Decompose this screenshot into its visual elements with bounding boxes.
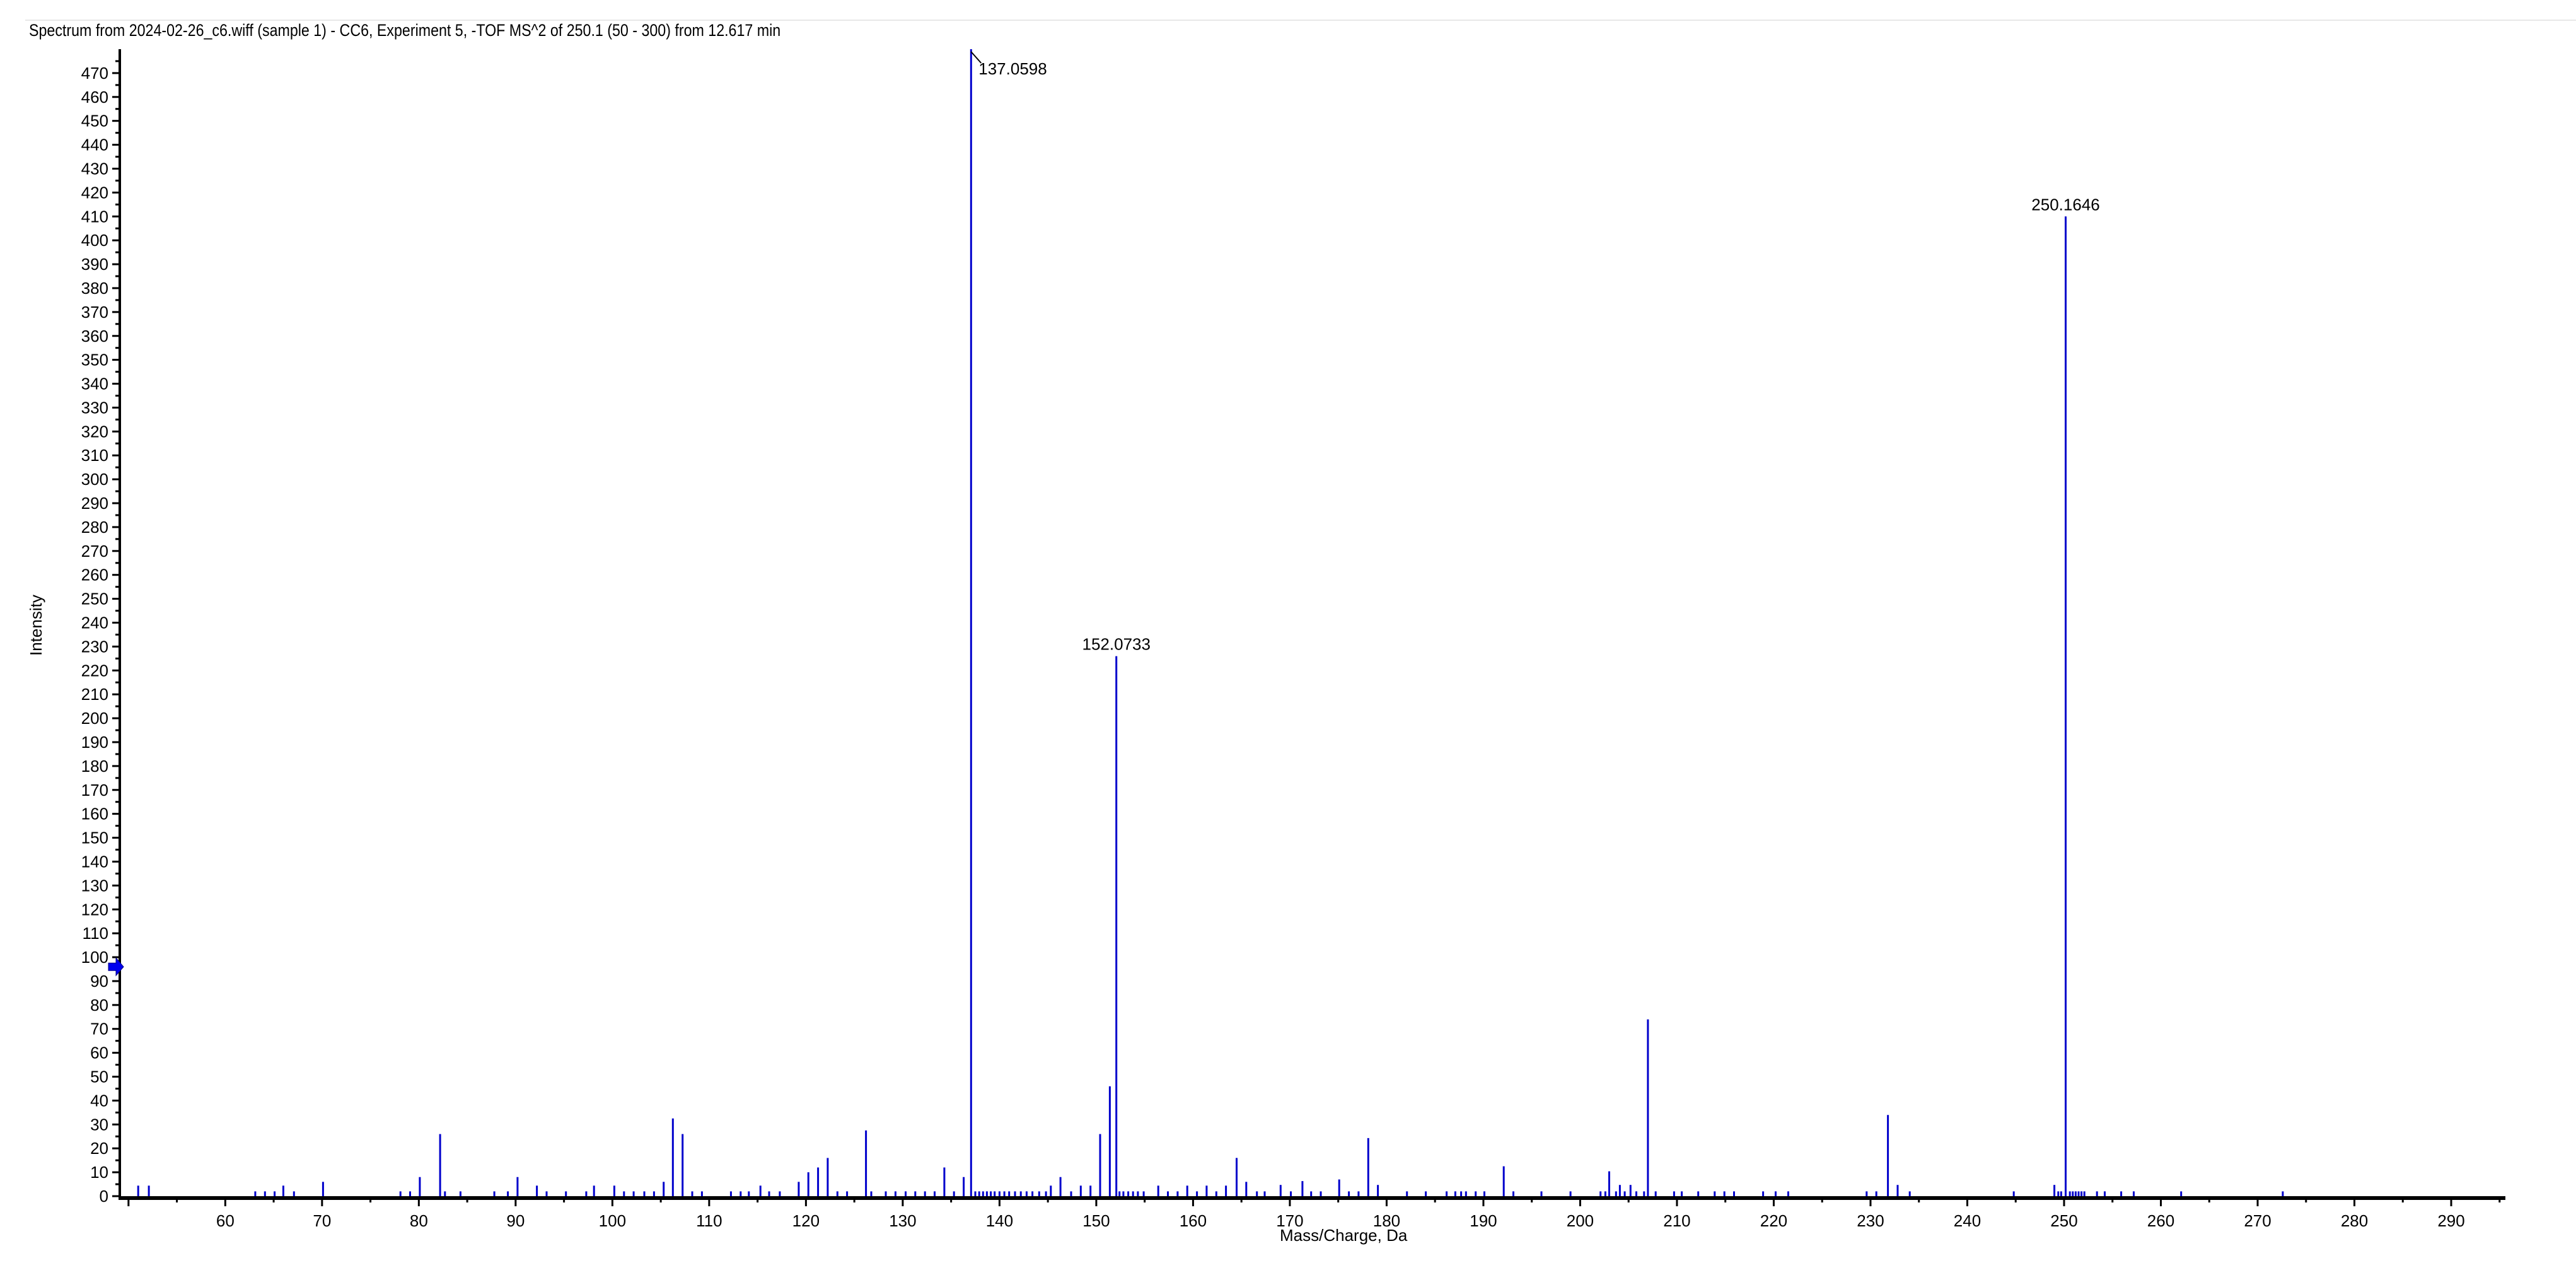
x-tick-label: 160 (1180, 1211, 1207, 1230)
y-tick-label: 350 (81, 351, 108, 370)
x-tick-label: 90 (506, 1211, 525, 1230)
x-tick-label: 100 (599, 1211, 626, 1230)
y-tick-label: 20 (90, 1139, 108, 1158)
y-tick-label: 430 (81, 159, 108, 178)
y-tick-label: 80 (90, 996, 108, 1015)
y-tick-label: 170 (81, 781, 108, 800)
x-tick-label: 140 (986, 1211, 1013, 1230)
x-axis-title: Mass/Charge, Da (1280, 1226, 1408, 1245)
y-tick-label: 130 (81, 876, 108, 895)
y-tick-label: 420 (81, 183, 108, 202)
y-tick-label: 90 (90, 972, 108, 991)
x-tick-label: 250 (2050, 1211, 2077, 1230)
y-tick-label: 110 (83, 924, 108, 943)
y-tick-label: 340 (81, 375, 108, 393)
y-tick-label: 460 (81, 88, 108, 107)
y-tick-label: 370 (81, 303, 108, 322)
y-tick-label: 380 (81, 279, 108, 298)
y-tick-label: 240 (81, 614, 108, 632)
y-tick-label: 10 (90, 1163, 108, 1182)
y-tick-label: 210 (81, 685, 108, 704)
peak-label: 250.1646 (2031, 195, 2099, 214)
y-axis-title: Intensity (26, 595, 45, 656)
axes-layer: 0 10 20 30 40 50 60 70 80 90 100 110 120 130 140 150 160… (81, 49, 2505, 1230)
y-tick-label: 150 (81, 829, 108, 847)
y-tick-label: 60 (90, 1044, 108, 1062)
y-tick-label: 40 (90, 1091, 108, 1110)
y-tick-label: 250 (81, 590, 108, 608)
y-tick-label: 470 (81, 64, 108, 83)
x-tick-label: 290 (2437, 1211, 2464, 1230)
y-tick-label: 290 (81, 494, 108, 513)
x-tick-label: 60 (216, 1211, 235, 1230)
x-tick-label: 110 (696, 1211, 722, 1230)
spectrum-chart[interactable]: 0 10 20 30 40 50 60 70 80 90 100 110 120 130 140 150 160… (0, 0, 2576, 1263)
x-tick-label: 130 (889, 1211, 916, 1230)
x-tick-label: 210 (1663, 1211, 1690, 1230)
y-tick-label: 260 (81, 566, 108, 585)
y-tick-label: 300 (81, 470, 108, 489)
x-tick-label: 270 (2244, 1211, 2271, 1230)
threshold-arrow-icon (108, 957, 124, 977)
y-tick-label: 280 (81, 518, 108, 537)
y-tick-label: 180 (81, 757, 108, 776)
y-tick-label: 390 (81, 255, 108, 274)
y-tick-label: 400 (81, 231, 108, 250)
peak-label: 152.0733 (1082, 635, 1151, 654)
y-tick-label: 140 (81, 852, 108, 871)
y-tick-label: 220 (81, 661, 108, 680)
peaks-layer (137, 49, 2284, 1196)
y-tick-label: 230 (81, 637, 108, 656)
x-tick-label: 230 (1857, 1211, 1884, 1230)
y-tick-label: 200 (81, 709, 108, 728)
x-tick-label: 80 (410, 1211, 428, 1230)
x-tick-label: 200 (1567, 1211, 1594, 1230)
y-tick-label: 310 (81, 446, 108, 465)
y-tick-label: 440 (81, 136, 108, 154)
y-tick-label: 160 (81, 805, 108, 824)
peak-labels-layer: 137.0598 152.0733 250.1646 (970, 51, 2100, 654)
x-tick-label: 150 (1082, 1211, 1110, 1230)
x-tick-label: 240 (1954, 1211, 1981, 1230)
y-tick-label: 450 (81, 112, 108, 131)
x-tick-label: 280 (2341, 1211, 2368, 1230)
y-tick-label: 320 (81, 422, 108, 441)
peak-label: 137.0598 (978, 59, 1047, 78)
y-tick-label: 100 (81, 948, 108, 967)
y-tick-label: 410 (81, 207, 108, 226)
y-tick-label: 70 (90, 1020, 108, 1039)
x-tick-label: 190 (1470, 1211, 1497, 1230)
y-tick-label: 0 (100, 1187, 108, 1206)
x-tick-label: 120 (792, 1211, 820, 1230)
y-tick-label: 330 (81, 398, 108, 417)
y-tick-label: 120 (81, 900, 108, 919)
x-tick-label: 220 (1760, 1211, 1787, 1230)
y-tick-label: 270 (81, 542, 108, 561)
x-tick-label: 70 (313, 1211, 331, 1230)
y-tick-label: 360 (81, 327, 108, 346)
y-tick-label: 50 (90, 1068, 108, 1086)
x-tick-label: 260 (2147, 1211, 2174, 1230)
y-tick-label: 190 (81, 733, 108, 752)
y-tick-label: 30 (90, 1115, 108, 1134)
